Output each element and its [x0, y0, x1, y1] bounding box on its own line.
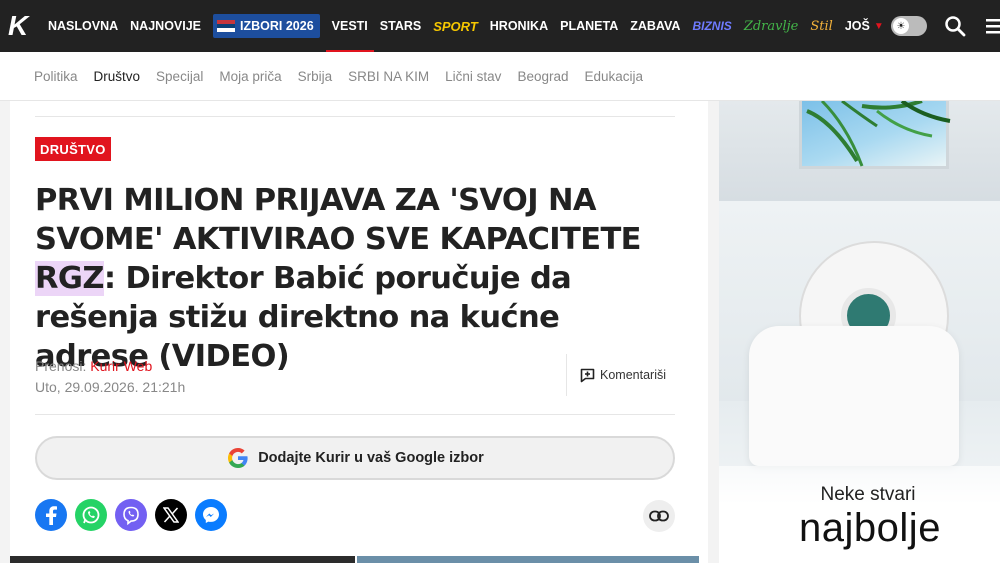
advertisement[interactable]: Neke stvari najbolje [719, 101, 1000, 563]
palm-leaves-icon [806, 101, 951, 167]
facebook-share-button[interactable] [35, 499, 67, 531]
ad-headline: najbolje [799, 506, 941, 550]
main-nav: NASLOVNA NAJNOVIJE IZBORI 2026 VESTI STA… [42, 0, 890, 52]
hamburger-menu-icon[interactable] [986, 16, 1000, 36]
headline-highlight[interactable]: RGZ [35, 261, 104, 296]
link-icon [649, 510, 669, 522]
share-buttons [35, 499, 227, 531]
google-preferred-source-button[interactable]: Dodajte Kurir u vaš Google izbor [35, 436, 675, 480]
mri-bed [749, 326, 959, 466]
google-button-label: Dodajte Kurir u vaš Google izbor [258, 450, 484, 466]
headline-part1: PRVI MILION PRIJAVA ZA 'SVOJ NA SVOME' A… [35, 183, 642, 257]
left-gutter [0, 101, 10, 563]
nav-jos-label: JOŠ [844, 19, 870, 33]
subnav-item-politika[interactable]: Politika [34, 69, 78, 84]
subnav-item-moja-prica[interactable]: Moja priča [219, 69, 281, 84]
subnav-item-specijal[interactable]: Specijal [156, 69, 203, 84]
x-icon [163, 507, 179, 523]
top-navbar: K NASLOVNA NAJNOVIJE IZBORI 2026 VESTI S… [0, 0, 1000, 52]
nav-item-hronika[interactable]: HRONIKA [484, 0, 554, 52]
article-headline: PRVI MILION PRIJAVA ZA 'SVOJ NA SVOME' A… [35, 181, 675, 376]
nav-item-jos[interactable]: JOŠ ▼ [839, 0, 890, 52]
nav-item-najnovije[interactable]: NAJNOVIJE [124, 0, 207, 52]
viber-icon [123, 506, 139, 525]
logo-letter: K [8, 10, 29, 41]
source-link[interactable]: Kurir Web [90, 358, 152, 374]
category-badge[interactable]: DRUŠTVO [35, 137, 111, 161]
copy-link-button[interactable] [643, 500, 675, 532]
comment-plus-icon [580, 368, 595, 382]
nav-item-zdravlje[interactable]: Zdravlje [738, 0, 805, 52]
messenger-icon [203, 507, 219, 523]
chevron-down-icon: ▼ [873, 20, 884, 32]
divider [35, 116, 675, 117]
divider [35, 414, 675, 415]
comment-label: Komentariši [600, 368, 666, 382]
nav-item-izbori[interactable]: IZBORI 2026 [213, 14, 320, 38]
related-image-2[interactable] [357, 556, 699, 563]
search-icon[interactable] [944, 15, 966, 37]
nav-item-biznis[interactable]: BIZNIS [686, 0, 737, 52]
subnav-item-licni-stav[interactable]: Lični stav [445, 69, 501, 84]
ad-tagline: Neke stvari [820, 484, 916, 505]
ad-skylight [799, 101, 951, 169]
viber-share-button[interactable] [115, 499, 147, 531]
subnav-item-beograd[interactable]: Beograd [517, 69, 568, 84]
column-divider [708, 101, 719, 563]
nav-item-sport[interactable]: SPORT [427, 0, 484, 52]
article-source: Prenosi: Kurir Web [35, 358, 152, 374]
x-share-button[interactable] [155, 499, 187, 531]
nav-item-planeta[interactable]: PLANETA [554, 0, 624, 52]
comment-button[interactable]: Komentariši [566, 354, 676, 396]
related-image-1[interactable] [10, 556, 355, 563]
subnav-item-edukacija[interactable]: Edukacija [584, 69, 643, 84]
nav-izbori-label: IZBORI 2026 [240, 19, 314, 33]
subnav-item-drustvo[interactable]: Društvo [94, 69, 141, 84]
whatsapp-share-button[interactable] [75, 499, 107, 531]
source-label: Prenosi: [35, 358, 87, 374]
article: DRUŠTVO PRVI MILION PRIJAVA ZA 'SVOJ NA … [35, 101, 675, 563]
sub-navbar: Politika Društvo Specijal Moja priča Srb… [0, 52, 1000, 101]
nav-item-vesti[interactable]: VESTI [325, 0, 374, 52]
sun-icon: ☀ [893, 18, 909, 34]
facebook-icon [46, 506, 57, 525]
nav-item-stars[interactable]: STARS [374, 0, 427, 52]
serbia-flag-icon [217, 20, 236, 32]
subnav-item-srbi-na-kim[interactable]: SRBI NA KIM [348, 69, 429, 84]
theme-toggle[interactable]: ☀ [891, 16, 927, 36]
nav-item-naslovna[interactable]: NASLOVNA [42, 0, 124, 52]
subnav-item-srbija[interactable]: Srbija [298, 69, 333, 84]
messenger-share-button[interactable] [195, 499, 227, 531]
whatsapp-icon [82, 506, 100, 524]
kurir-logo[interactable]: K [8, 6, 38, 46]
nav-item-stil[interactable]: Stil [804, 0, 838, 52]
article-date: Uto, 29.09.2026. 21:21h [35, 379, 186, 395]
nav-item-zabava[interactable]: ZABAVA [624, 0, 686, 52]
google-g-icon [228, 448, 248, 468]
